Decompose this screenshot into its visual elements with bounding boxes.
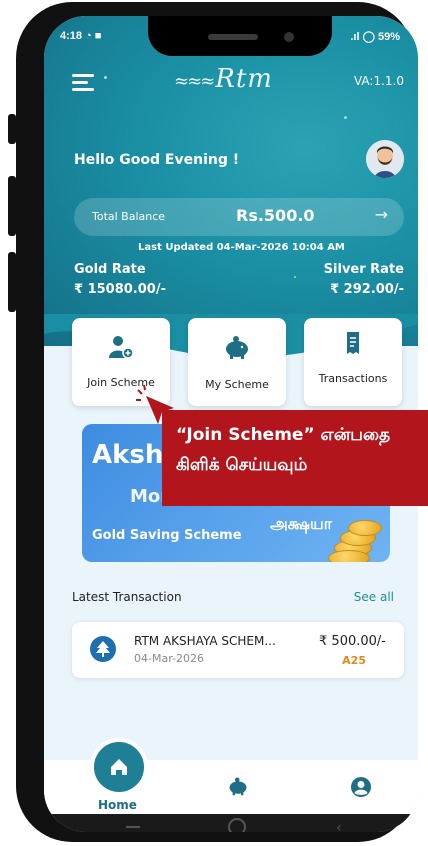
nav-scheme-icon[interactable] bbox=[226, 776, 250, 800]
home-circle-icon[interactable] bbox=[228, 818, 246, 832]
rtm-tree-icon bbox=[90, 636, 116, 662]
silver-rate-label: Silver Rate bbox=[323, 262, 404, 277]
arrow-right-icon[interactable]: → bbox=[375, 205, 388, 224]
phone-side-button bbox=[8, 114, 16, 144]
profile-avatar[interactable] bbox=[366, 140, 404, 178]
join-scheme-tooltip: “Join Scheme” என்பதை கிளிக் செய்யவும் bbox=[162, 410, 428, 506]
piggy-bank-icon bbox=[188, 334, 286, 360]
home-nav-label: Home bbox=[98, 798, 137, 812]
transactions-card[interactable]: Transactions bbox=[304, 318, 402, 406]
receipt-icon bbox=[304, 330, 402, 356]
gold-rate-value: ₹ 15080.00/- bbox=[74, 282, 166, 297]
silver-rate-value: ₹ 292.00/- bbox=[330, 282, 404, 297]
my-scheme-card[interactable]: My Scheme bbox=[188, 318, 286, 406]
phone-volume-up bbox=[8, 176, 16, 236]
recents-icon[interactable] bbox=[126, 826, 140, 828]
rtm-logo: ≈≈≈Rtm bbox=[174, 64, 273, 94]
home-nav-button[interactable] bbox=[90, 738, 148, 796]
tooltip-line-2: கிளிக் செய்யவும் bbox=[176, 455, 308, 475]
back-icon[interactable]: ‹ bbox=[336, 820, 342, 832]
transaction-row[interactable]: RTM AKSHAYA SCHEM... 04-Mar-2026 ₹ 500.0… bbox=[72, 622, 404, 678]
camera-notch bbox=[148, 16, 332, 56]
transaction-code: A25 bbox=[342, 654, 366, 667]
balance-label: Total Balance bbox=[92, 210, 166, 223]
my-scheme-label: My Scheme bbox=[205, 378, 269, 391]
balance-value: Rs.500.0 bbox=[236, 206, 315, 225]
phone-volume-down bbox=[8, 252, 16, 312]
system-nav-bar: ‹ bbox=[44, 814, 418, 832]
status-battery: .ıl ◯ 59% bbox=[350, 31, 400, 43]
transactions-label: Transactions bbox=[318, 372, 388, 385]
total-balance-bar[interactable]: Total Balance Rs.500.0 → bbox=[74, 198, 404, 236]
transaction-name: RTM AKSHAYA SCHEM... bbox=[134, 634, 276, 648]
transaction-date: 04-Mar-2026 bbox=[134, 652, 204, 665]
last-updated-text: Last Updated 04-Mar-2026 10:04 AM bbox=[138, 242, 345, 253]
home-icon bbox=[111, 759, 127, 775]
banner-tamil-title: அக்ஷயா bbox=[270, 514, 333, 533]
banner-scheme: Gold Saving Scheme bbox=[92, 528, 242, 543]
pointer-cursor-icon bbox=[136, 384, 174, 424]
latest-transaction-heading: Latest Transaction bbox=[72, 590, 182, 604]
app-version: VA:1.1.0 bbox=[353, 74, 404, 88]
add-user-icon bbox=[72, 334, 170, 360]
see-all-link[interactable]: See all bbox=[354, 590, 394, 604]
gold-rate-label: Gold Rate bbox=[74, 262, 146, 277]
tooltip-line-1: “Join Scheme” என்பதை bbox=[176, 425, 391, 445]
menu-icon[interactable] bbox=[72, 74, 94, 91]
nav-profile-icon[interactable] bbox=[350, 776, 372, 802]
transaction-amount: ₹ 500.00/- bbox=[319, 634, 386, 649]
greeting-text: Hello Good Evening ! bbox=[74, 152, 240, 168]
status-time: 4:18 ◔ ■ bbox=[60, 30, 102, 42]
